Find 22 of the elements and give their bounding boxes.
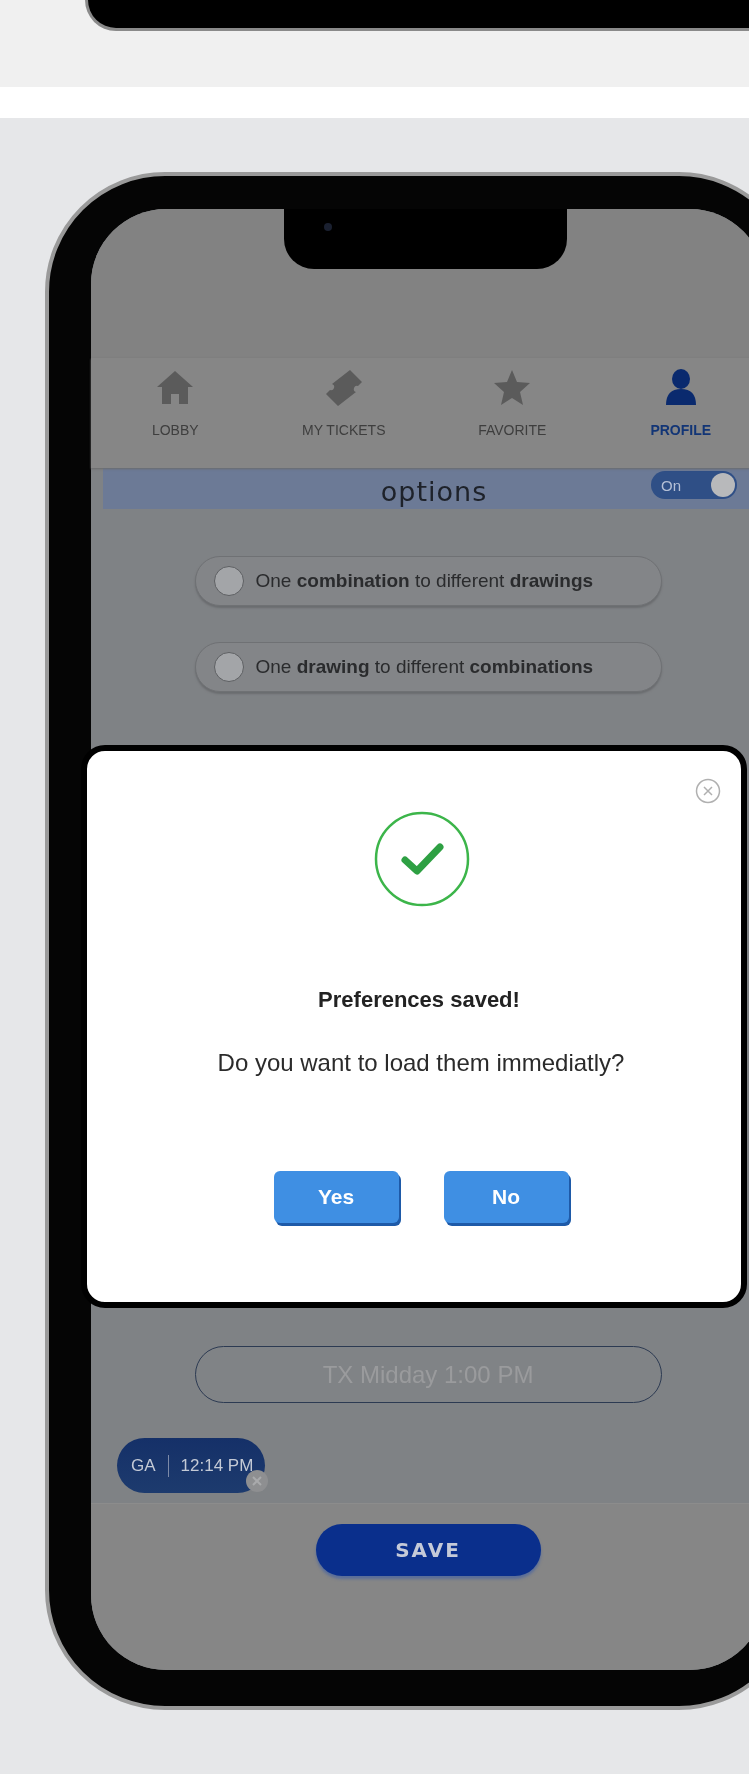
remove-icon[interactable] [245,1469,270,1493]
option-label: One combination to different drawings [255,570,594,592]
state-time-chip[interactable]: GA 12:14 PM [117,1438,266,1493]
option-label: One drawing to different combinations [255,656,594,678]
toggle-switch[interactable]: On [651,471,737,499]
dialog-title: Preferences saved! [318,987,520,1013]
close-icon[interactable] [695,778,721,804]
section-title: options [380,476,488,509]
save-button[interactable]: SAVE [315,1524,541,1576]
nav-tab[interactable]: PROFILE [596,358,749,468]
confirm-button[interactable]: Yes [273,1171,399,1223]
nav-tab[interactable]: LOBBY [91,358,260,468]
radio-button[interactable] [213,652,244,682]
nav-tab[interactable]: FAVORITE [428,358,597,468]
nav-tab[interactable]: MY TICKETS [259,358,428,468]
decline-button[interactable]: No [443,1171,569,1223]
camera-icon [323,223,332,231]
check-circle-icon [374,811,470,907]
radio-button[interactable] [213,566,244,596]
option-pill[interactable]: One combination to different drawings [194,556,662,606]
dialog-message: Do you want to load them immediatly? [217,1049,625,1077]
option-pill[interactable]: One drawing to different combinations [194,642,662,692]
